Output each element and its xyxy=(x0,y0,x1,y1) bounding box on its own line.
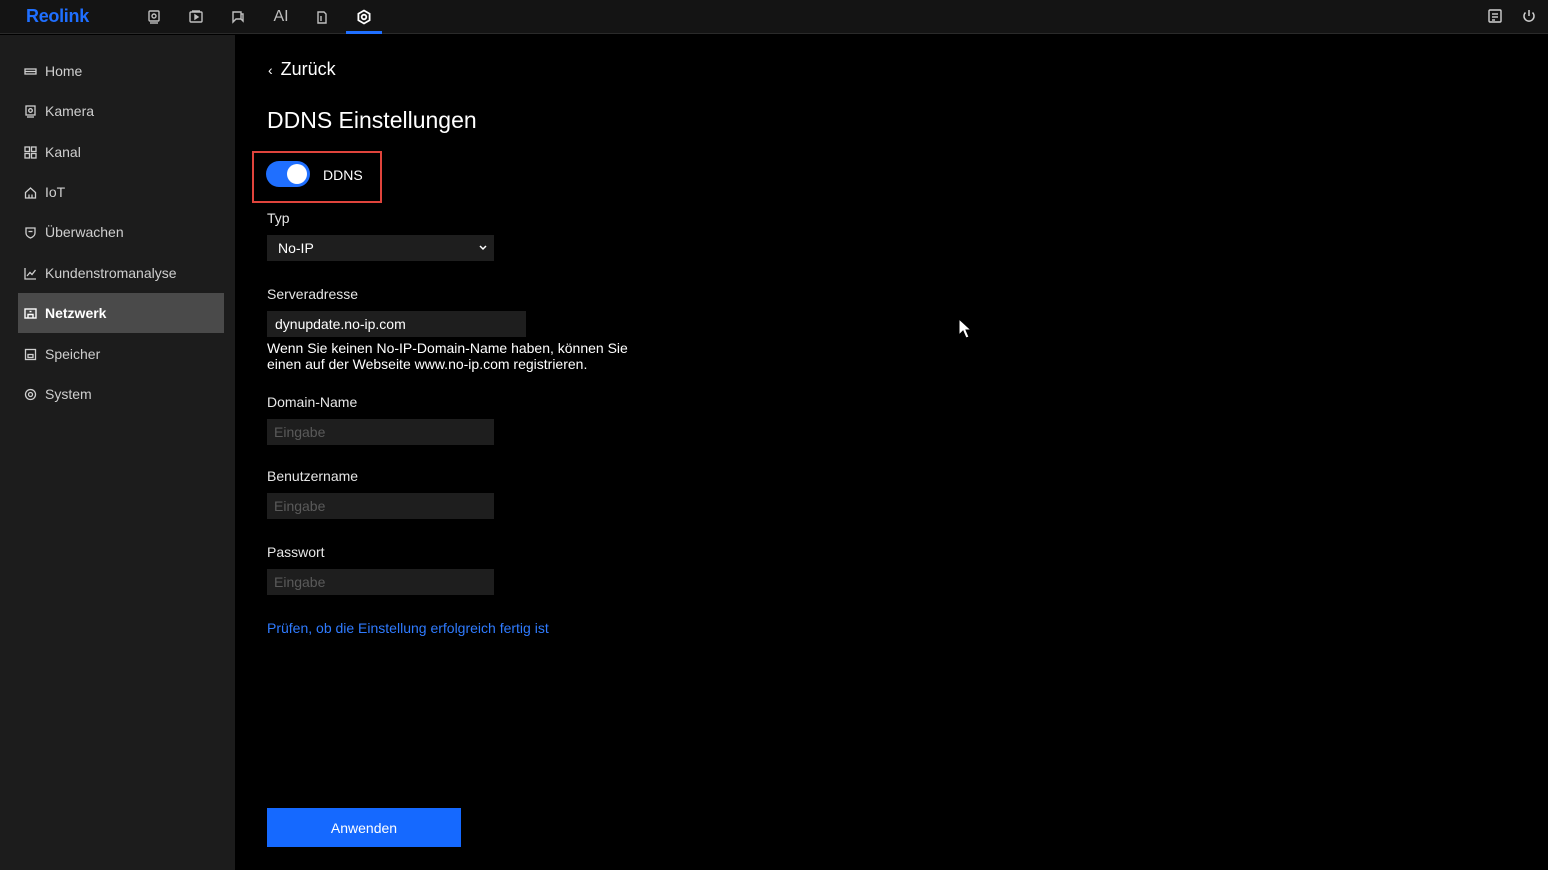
sidebar-item-ueberwachen[interactable]: Überwachen xyxy=(18,212,224,252)
sidebar-item-iot[interactable]: IoT xyxy=(18,172,224,212)
network-icon xyxy=(24,307,37,320)
settings-icon[interactable] xyxy=(353,6,375,28)
domain-input[interactable]: Eingabe xyxy=(267,419,494,445)
storage-icon xyxy=(24,348,37,361)
server-hint: Wenn Sie keinen No-IP-Domain-Name haben,… xyxy=(267,340,667,372)
sidebar-item-label: Netzwerk xyxy=(45,305,107,321)
apply-button[interactable]: Anwenden xyxy=(267,808,461,847)
sidebar-item-system[interactable]: System xyxy=(18,374,224,414)
chevron-left-icon: ‹ xyxy=(268,61,273,78)
notes-icon[interactable] xyxy=(1487,8,1505,26)
camera-icon xyxy=(24,104,37,118)
grid-icon xyxy=(24,145,37,159)
hint-line-1: Wenn Sie keinen No-IP-Domain-Name haben,… xyxy=(267,340,628,356)
sidebar-item-label: Home xyxy=(45,63,83,79)
back-link[interactable]: ‹ Zurück xyxy=(268,59,336,80)
password-label: Passwort xyxy=(267,544,325,560)
sidebar-item-label: IoT xyxy=(45,184,66,200)
sidebar-item-label: Kundenstromanalyse xyxy=(45,265,177,281)
password-input[interactable]: Eingabe xyxy=(267,569,494,595)
server-input[interactable]: dynupdate.no-ip.com xyxy=(267,311,526,337)
domain-label: Domain-Name xyxy=(267,394,358,410)
files-icon[interactable] xyxy=(311,6,333,28)
back-label: Zurück xyxy=(280,59,336,79)
messages-icon[interactable] xyxy=(227,6,249,28)
home-icon xyxy=(24,65,37,78)
sidebar-item-label: Überwachen xyxy=(45,224,124,240)
chevron-down-icon xyxy=(478,241,488,253)
gear-icon xyxy=(24,388,37,401)
playback-icon[interactable] xyxy=(185,6,207,28)
ddns-toggle-label: DDNS xyxy=(323,167,363,183)
sidebar-item-speicher[interactable]: Speicher xyxy=(18,334,224,374)
page-title: DDNS Einstellungen xyxy=(267,107,477,133)
chart-icon xyxy=(24,267,37,280)
toggle-knob xyxy=(287,164,307,184)
house-icon xyxy=(24,186,37,199)
sidebar-item-label: Kamera xyxy=(45,103,95,119)
ddns-toggle[interactable] xyxy=(266,161,310,187)
power-icon[interactable] xyxy=(1521,8,1539,26)
active-tab-indicator xyxy=(346,31,382,34)
reolink-logo: Reolink xyxy=(26,6,89,26)
sidebar-item-kundenstromanalyse[interactable]: Kundenstromanalyse xyxy=(18,253,224,293)
hint-line-2: einen auf der Webseite www.no-ip.com reg… xyxy=(267,356,588,372)
type-label: Typ xyxy=(267,210,290,226)
sidebar-item-kanal[interactable]: Kanal xyxy=(18,132,224,172)
sidebar-item-label: Speicher xyxy=(45,346,101,362)
server-label: Serveradresse xyxy=(267,286,359,302)
ai-label[interactable]: AI xyxy=(270,6,292,28)
shield-icon xyxy=(24,226,37,239)
sidebar-item-label: System xyxy=(45,386,92,402)
type-select[interactable]: No-IP xyxy=(267,235,494,261)
top-bar: Reolink AI xyxy=(0,0,1548,34)
check-settings-link[interactable]: Prüfen, ob die Einstellung erfolgreich f… xyxy=(267,620,549,636)
live-view-icon[interactable] xyxy=(143,6,165,28)
username-input[interactable]: Eingabe xyxy=(267,493,494,519)
sidebar-item-label: Kanal xyxy=(45,144,81,160)
mouse-cursor-icon xyxy=(958,317,974,340)
main-content xyxy=(235,35,1548,870)
sidebar-item-home[interactable]: Home xyxy=(18,51,224,91)
sidebar-item-netzwerk[interactable]: Netzwerk xyxy=(18,293,224,333)
type-select-value: No-IP xyxy=(278,240,314,256)
sidebar-item-kamera[interactable]: Kamera xyxy=(18,91,224,131)
username-label: Benutzername xyxy=(267,468,359,484)
